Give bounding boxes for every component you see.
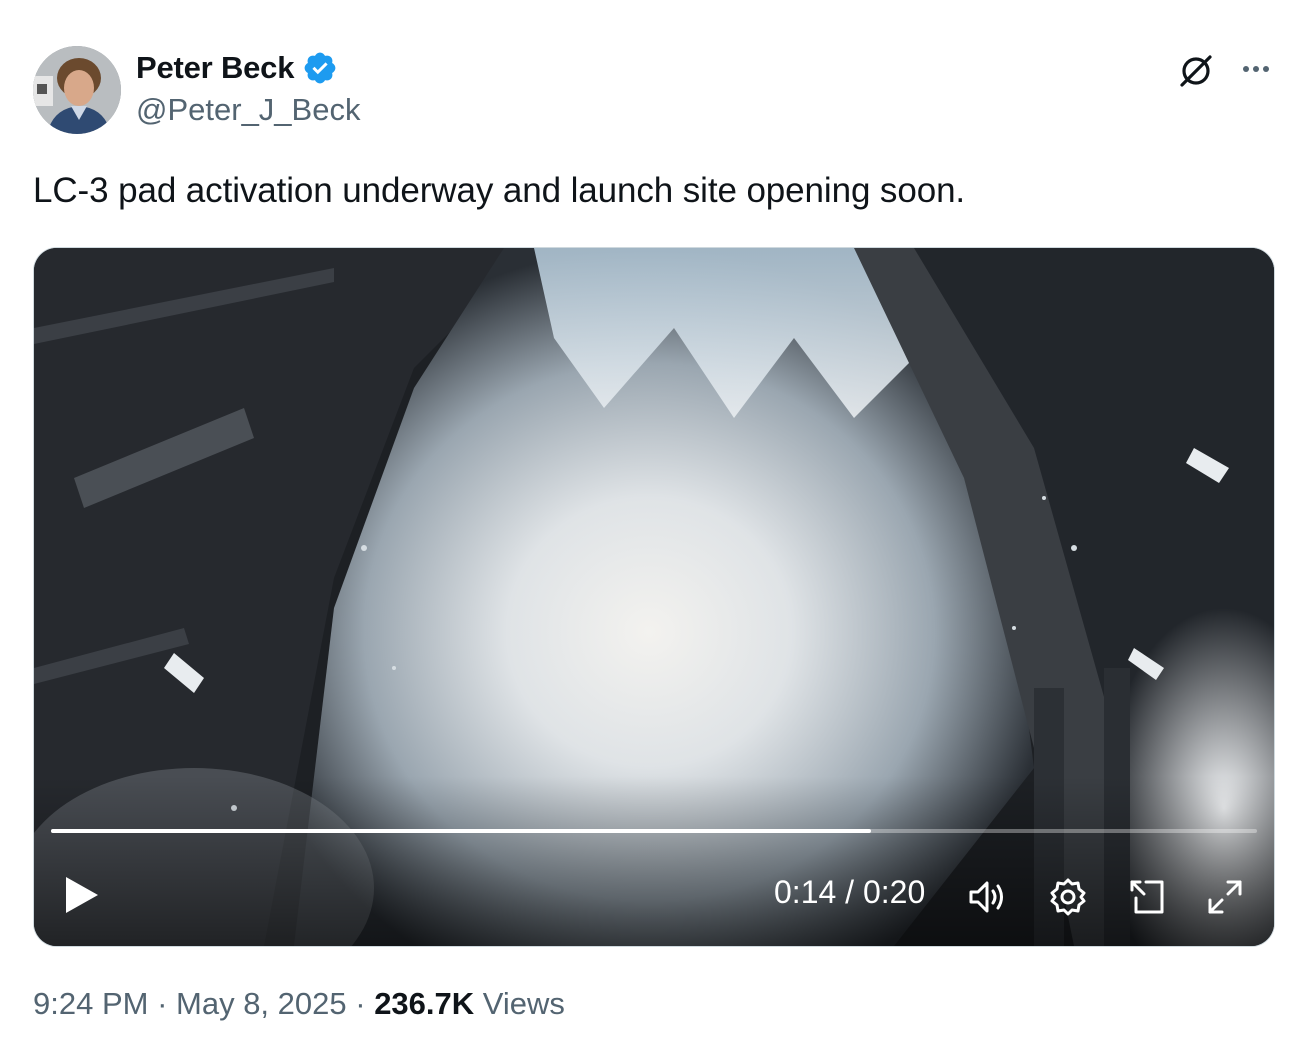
author-name[interactable]: Peter Beck [136, 50, 294, 86]
avatar[interactable] [33, 46, 121, 134]
video-progress-fill [51, 829, 872, 833]
fullscreen-icon[interactable] [1204, 876, 1246, 918]
separator: · [148, 986, 177, 1021]
tweet-date[interactable]: May 8, 2025 [176, 986, 347, 1021]
tweet-time[interactable]: 9:24 PM [33, 986, 148, 1021]
tweet: Peter Beck @Peter_J_Beck LC-3 pad activa… [0, 0, 1310, 1050]
separator: · [346, 986, 375, 1021]
video-time: 0:14 / 0:20 [774, 874, 926, 910]
author-handle[interactable]: @Peter_J_Beck [136, 92, 360, 128]
tweet-meta: 9:24 PM · May 8, 2025 · 236.7K Views [33, 986, 565, 1022]
more-icon[interactable] [1236, 52, 1276, 86]
controls-overlay [34, 776, 1274, 946]
video-progress-bar[interactable] [51, 829, 1257, 833]
video-player[interactable]: 0:14 / 0:20 [33, 247, 1275, 947]
views-count: 236.7K [374, 986, 475, 1021]
grok-icon[interactable] [1176, 51, 1216, 91]
views-label: Views [474, 986, 565, 1021]
picture-in-picture-icon[interactable] [1126, 876, 1168, 918]
play-icon[interactable] [62, 873, 102, 917]
tweet-text: LC-3 pad activation underway and launch … [33, 171, 966, 210]
volume-icon[interactable] [966, 876, 1008, 918]
verified-badge-icon[interactable] [302, 50, 338, 86]
settings-icon[interactable] [1047, 876, 1089, 918]
